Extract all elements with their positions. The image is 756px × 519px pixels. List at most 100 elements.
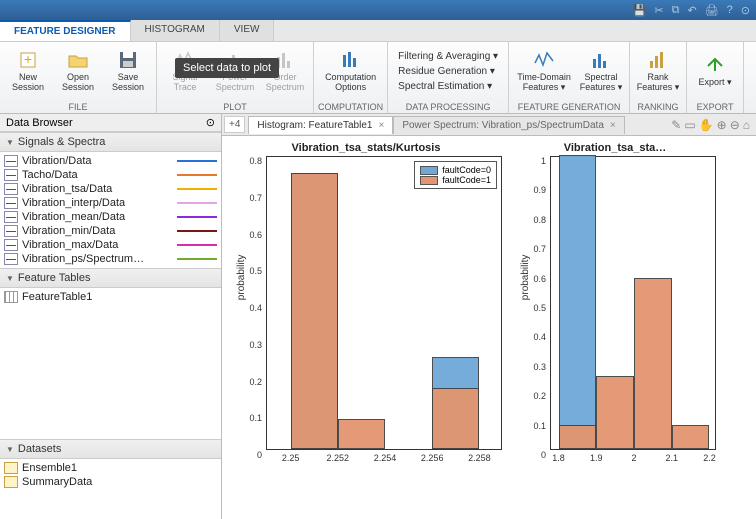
- close-icon[interactable]: ×: [378, 120, 384, 131]
- doc-tab-histogram[interactable]: Histogram: FeatureTable1 ×: [248, 116, 393, 134]
- ribbon-group-computation: Computation Options COMPUTATION: [314, 42, 388, 113]
- signal-label: Vibration_max/Data: [22, 239, 118, 251]
- time-domain-features-button[interactable]: Time-Domain Features ▾: [513, 44, 575, 98]
- signals-spectra-header[interactable]: ▼ Signals & Spectra: [0, 132, 221, 152]
- feature-table-item[interactable]: FeatureTable1: [4, 290, 217, 304]
- signal-color-swatch: [177, 258, 217, 260]
- y-tick-label: 0: [522, 450, 546, 460]
- y-axis-label: probability: [520, 255, 531, 301]
- axes[interactable]: 1.81.922.12.2: [550, 156, 716, 450]
- zoom-in-icon[interactable]: ⊕: [717, 118, 727, 132]
- close-icon[interactable]: ×: [610, 120, 616, 131]
- legend[interactable]: faultCode=0faultCode=1: [414, 161, 497, 189]
- open-session-button[interactable]: Open Session: [54, 44, 102, 98]
- y-tick-label: 1: [522, 156, 546, 166]
- qat-more-icon[interactable]: ⊙: [741, 4, 750, 17]
- rank-features-button[interactable]: Rank Features ▾: [634, 44, 682, 98]
- export-button[interactable]: Export ▾: [691, 44, 739, 98]
- zoom-out-icon[interactable]: ⊖: [730, 118, 740, 132]
- y-tick-label: 0.1: [522, 421, 546, 431]
- home-icon[interactable]: ⌂: [743, 118, 750, 132]
- x-tick-label: 2.252: [327, 453, 350, 463]
- signal-item[interactable]: Tacho/Data: [4, 168, 217, 182]
- rank-features-label: Rank Features ▾: [634, 73, 682, 93]
- table-icon: [4, 291, 18, 303]
- feature-tables-list: FeatureTable1: [0, 288, 221, 439]
- signal-trace-label: Signal Trace: [161, 73, 209, 93]
- dataset-label: Ensemble1: [22, 462, 77, 474]
- save-session-button[interactable]: Save Session: [104, 44, 152, 98]
- data-browser-label: Data Browser: [6, 117, 73, 129]
- signal-item[interactable]: Vibration_ps/Spectrum…: [4, 252, 217, 266]
- ribbon-export-label: EXPORT: [697, 102, 734, 113]
- dataset-item[interactable]: SummaryData: [4, 475, 217, 489]
- main-area: +4 Histogram: FeatureTable1 × Power Spect…: [222, 114, 756, 519]
- qat-cut-icon[interactable]: ✂: [654, 4, 663, 17]
- x-tick-label: 2.25: [282, 453, 300, 463]
- x-tick-label: 1.8: [552, 453, 565, 463]
- spectral-estimation-menu[interactable]: Spectral Estimation ▾: [396, 80, 500, 93]
- legend-label: faultCode=0: [442, 165, 491, 175]
- data-browser-collapse-icon[interactable]: ⊙: [206, 116, 215, 129]
- x-tick-label: 2.1: [665, 453, 678, 463]
- new-session-label: New Session: [4, 73, 52, 93]
- y-tick-label: 0.7: [522, 244, 546, 254]
- signal-color-swatch: [177, 188, 217, 190]
- tab-feature-designer[interactable]: FEATURE DESIGNER: [0, 20, 131, 41]
- y-tick-label: 0.9: [522, 185, 546, 195]
- computation-options-label: Computation Options: [319, 73, 383, 93]
- power-spectrum-button: Power Spectrum: [211, 44, 259, 98]
- x-tick-label: 2.256: [421, 453, 444, 463]
- signal-icon: [4, 169, 18, 181]
- brush-icon[interactable]: ✎: [671, 118, 681, 132]
- dataset-label: SummaryData: [22, 476, 92, 488]
- qat-save-icon[interactable]: 💾: [633, 4, 647, 17]
- signal-item[interactable]: Vibration/Data: [4, 154, 217, 168]
- doc-tabs-overflow[interactable]: +4: [224, 116, 245, 133]
- signal-item[interactable]: Vibration_tsa/Data: [4, 182, 217, 196]
- signal-item[interactable]: Vibration_mean/Data: [4, 210, 217, 224]
- dataset-item[interactable]: Ensemble1: [4, 461, 217, 475]
- residue-generation-menu[interactable]: Residue Generation ▾: [396, 65, 500, 78]
- signal-item[interactable]: Vibration_max/Data: [4, 238, 217, 252]
- datatip-icon[interactable]: ▭: [684, 118, 695, 132]
- qat-undo-icon[interactable]: ↶: [687, 4, 696, 17]
- signal-icon: [4, 239, 18, 251]
- signal-item[interactable]: Vibration_min/Data: [4, 224, 217, 238]
- qat-copy-icon[interactable]: ⧉: [672, 4, 680, 17]
- signal-item[interactable]: Vibration_interp/Data: [4, 196, 217, 210]
- signals-spectra-label: Signals & Spectra: [18, 136, 105, 148]
- new-session-button[interactable]: +New Session: [4, 44, 52, 98]
- save-session-label: Save Session: [104, 73, 152, 93]
- pan-icon[interactable]: ✋: [699, 118, 714, 132]
- y-axis-label: probability: [236, 255, 247, 301]
- collapse-icon: ▼: [6, 138, 14, 147]
- y-tick-label: 0.1: [238, 413, 262, 423]
- doc-tab-power-spectrum[interactable]: Power Spectrum: Vibration_ps/SpectrumDat…: [393, 116, 624, 134]
- datasets-header[interactable]: ▼Datasets: [0, 439, 221, 459]
- x-tick-label: 2: [631, 453, 636, 463]
- x-tick-label: 2.258: [468, 453, 491, 463]
- histogram-plot: Vibration_tsa_stats/Kurtosis00.10.20.30.…: [226, 142, 506, 515]
- filtering-averaging-menu[interactable]: Filtering & Averaging ▾: [396, 50, 500, 63]
- y-tick-label: 0.4: [238, 303, 262, 313]
- collapse-icon: ▼: [6, 445, 14, 454]
- tab-view[interactable]: VIEW: [220, 20, 275, 41]
- qat-help-icon[interactable]: ?: [727, 4, 733, 16]
- doc-tab-histogram-label: Histogram: FeatureTable1: [257, 120, 372, 131]
- signal-color-swatch: [177, 230, 217, 232]
- collapse-icon: ▼: [6, 274, 14, 283]
- signal-icon: [4, 253, 18, 265]
- feature-table-label: FeatureTable1: [22, 291, 92, 303]
- signal-trace-button: Signal Trace: [161, 44, 209, 98]
- feature-tables-header[interactable]: ▼Feature Tables: [0, 268, 221, 288]
- window-titlebar: 💾 ✂ ⧉ ↶ 🖨 ? ⊙: [0, 0, 756, 20]
- qat-print-icon[interactable]: 🖨: [705, 4, 719, 17]
- signal-label: Vibration_mean/Data: [22, 211, 125, 223]
- tab-histogram[interactable]: HISTOGRAM: [131, 20, 220, 41]
- ribbon-group-ranking: Rank Features ▾ RANKING: [630, 42, 687, 113]
- histogram-bar: [634, 278, 672, 449]
- axes[interactable]: 2.252.2522.2542.2562.258faultCode=0fault…: [266, 156, 502, 450]
- computation-options-button[interactable]: Computation Options: [319, 44, 383, 98]
- spectral-features-button[interactable]: Spectral Features ▾: [577, 44, 625, 98]
